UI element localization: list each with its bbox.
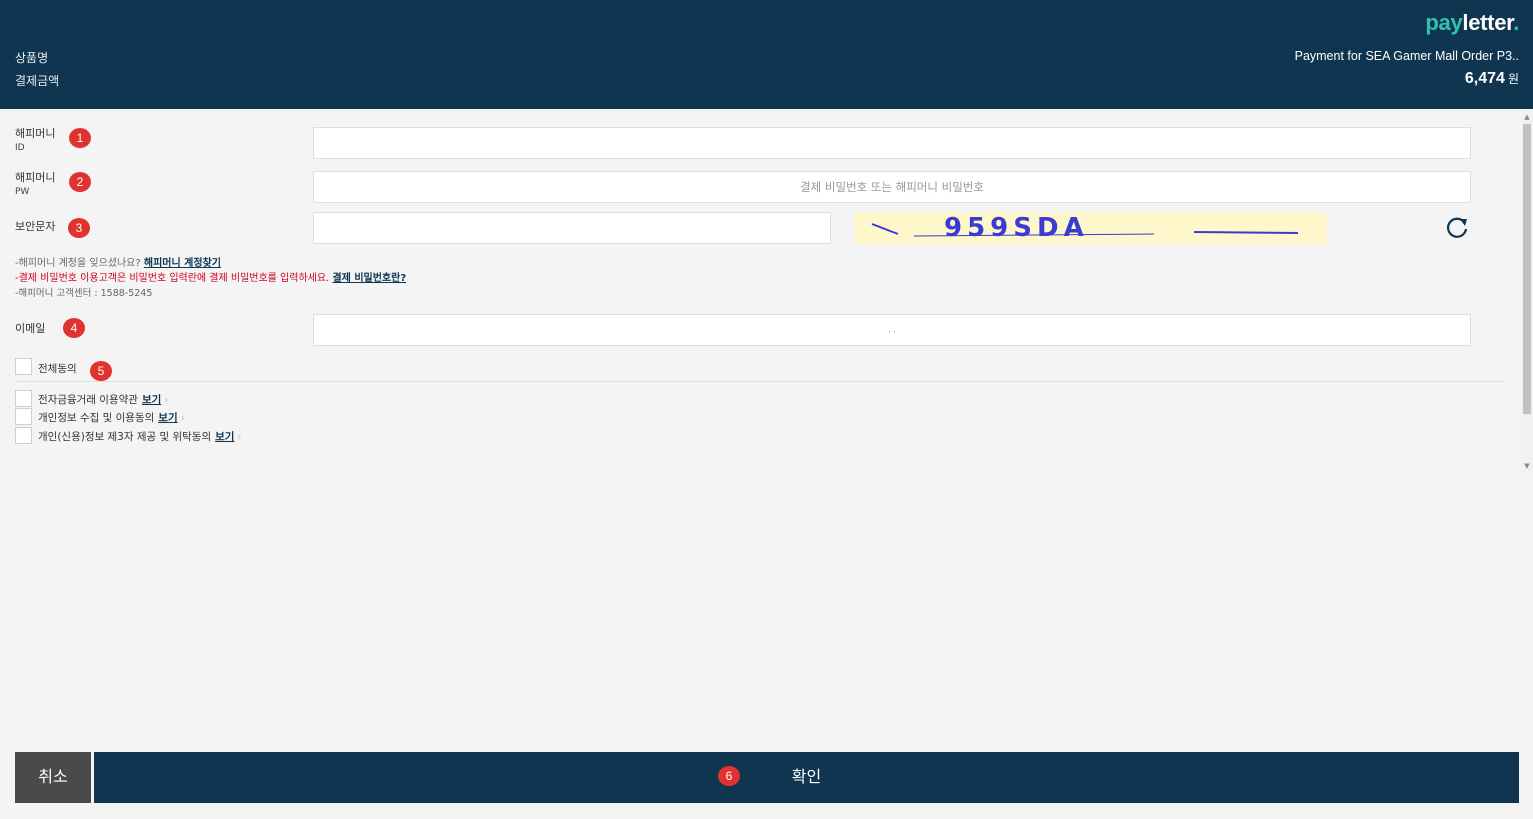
email-input[interactable]: . .	[313, 314, 1471, 346]
privacy-row: 개인정보 수집 및 이용동의 보기 ›	[38, 410, 185, 425]
happymoney-pw-label: 해피머니 PW	[15, 171, 55, 199]
product-label: 상품명	[15, 51, 49, 65]
note-forgot-account: -해피머니 계정을 잊으셨나요? 해피머니 계정찾기	[15, 256, 406, 271]
amount-unit: 원	[1507, 72, 1519, 86]
note-payment-password-text: -결제 비밀번호 이용고객은 비밀번호 입력란에 결제 비밀번호를 입력하세요.	[15, 273, 330, 284]
header-bar: payletter. 상품명 결제금액 Payment for SEA Game…	[0, 0, 1533, 109]
step-badge-3: 3	[68, 218, 90, 238]
captcha-label: 보안문자	[15, 220, 56, 233]
logo-pay-text: pay	[1425, 10, 1463, 35]
agree-all-label: 전체동의	[38, 363, 77, 375]
pw-label-text: 해피머니	[15, 171, 56, 184]
scroll-up-arrow-icon[interactable]: ▲	[1522, 112, 1532, 122]
step-badge-1: 1	[69, 128, 91, 148]
agreements-divider	[15, 381, 1505, 382]
logo-letter-text: letter	[1462, 10, 1514, 35]
find-account-link[interactable]: 해피머니 계정찾기	[144, 258, 221, 269]
confirm-button[interactable]: 확인	[94, 752, 1519, 803]
help-notes: -해피머니 계정을 잊으셨나요? 해피머니 계정찾기 -결제 비밀번호 이용고객…	[15, 256, 406, 301]
amount-value: 6,474	[1464, 70, 1505, 87]
third-party-checkbox[interactable]	[15, 427, 32, 444]
captcha-image: 959SDA	[854, 212, 1327, 244]
happymoney-id-label: 해피머니 ID	[15, 127, 55, 155]
third-party-label: 개인(신용)정보 제3자 제공 및 위탁동의	[38, 431, 212, 443]
payment-password-info-link[interactable]: 결제 비밀번호란?	[332, 273, 406, 284]
scroll-down-arrow-icon[interactable]: ▼	[1522, 461, 1532, 471]
note-payment-password: -결제 비밀번호 이용고객은 비밀번호 입력란에 결제 비밀번호를 입력하세요.…	[15, 271, 406, 286]
product-name: Payment for SEA Gamer Mall Order P3..	[1294, 49, 1519, 63]
step-badge-2: 2	[69, 172, 91, 192]
id-sub-label: ID	[15, 143, 25, 153]
happymoney-pw-input[interactable]: 결제 비밀번호 또는 해피머니 비밀번호	[313, 171, 1471, 203]
step-badge-6: 6	[718, 766, 740, 786]
chevron-right-icon: ›	[237, 432, 242, 443]
amount-label: 결제금액	[15, 74, 60, 88]
third-party-row: 개인(신용)정보 제3자 제공 및 위탁동의 보기 ›	[38, 429, 241, 444]
privacy-checkbox[interactable]	[15, 408, 32, 425]
step-badge-4: 4	[63, 318, 85, 338]
payletter-logo: payletter.	[1425, 10, 1519, 36]
id-label-text: 해피머니	[15, 127, 56, 140]
chevron-right-icon: ›	[180, 413, 185, 424]
note-customer-center: -해피머니 고객센터 : 1588-5245	[15, 288, 153, 299]
logo-dot: .	[1513, 10, 1519, 35]
privacy-label: 개인정보 수집 및 이용동의	[38, 412, 155, 424]
chevron-right-icon: ›	[164, 395, 169, 406]
terms-view-link[interactable]: 보기	[142, 394, 161, 406]
scrollbar-thumb[interactable]	[1523, 124, 1531, 414]
captcha-refresh-icon[interactable]	[1444, 215, 1470, 241]
note-forgot-text: -해피머니 계정을 잊으셨나요?	[15, 258, 141, 269]
cancel-button[interactable]: 취소	[15, 752, 91, 803]
captcha-text: 959SDA	[944, 213, 1089, 243]
email-label: 이메일	[15, 322, 46, 335]
terms-label: 전자금융거래 이용약관	[38, 394, 138, 406]
terms-checkbox[interactable]	[15, 390, 32, 407]
happymoney-id-input[interactable]	[313, 127, 1471, 159]
captcha-input[interactable]	[313, 212, 831, 244]
privacy-view-link[interactable]: 보기	[158, 412, 177, 424]
amount-display: 6,474 원	[1465, 70, 1519, 88]
captcha-noise	[871, 223, 1299, 237]
terms-row: 전자금융거래 이용약관 보기 ›	[38, 392, 168, 407]
pw-sub-label: PW	[15, 187, 30, 197]
third-party-view-link[interactable]: 보기	[215, 431, 234, 443]
step-badge-5: 5	[90, 361, 112, 381]
agree-all-checkbox[interactable]	[15, 358, 32, 375]
